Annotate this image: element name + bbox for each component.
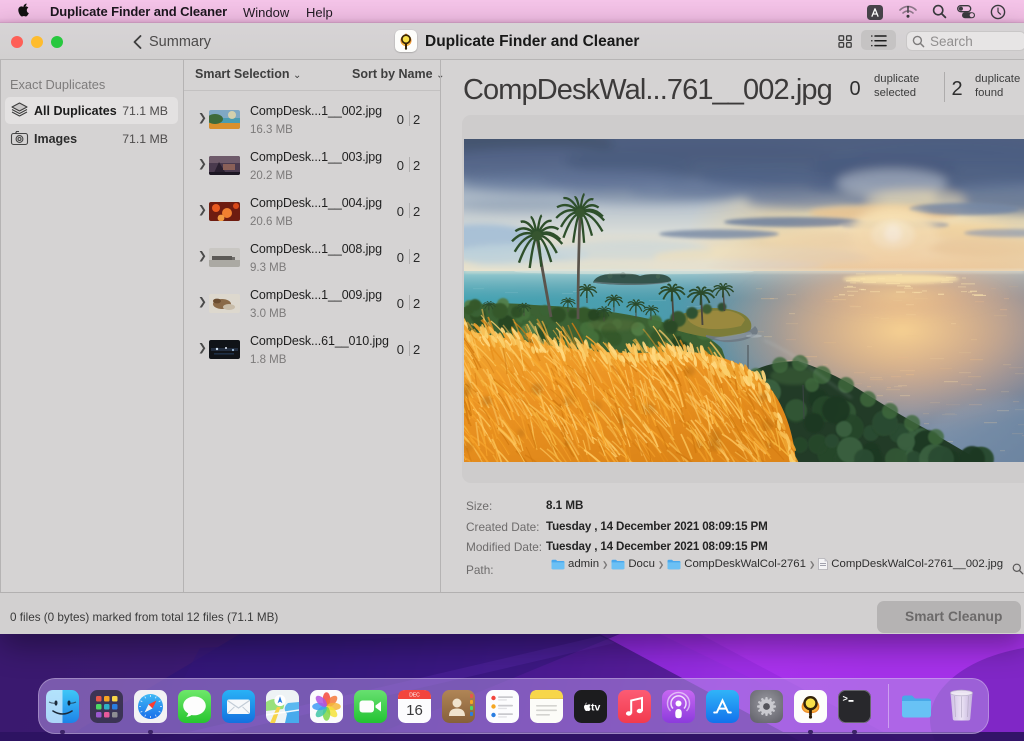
svg-text:>: > (842, 695, 847, 705)
svg-text:16: 16 (406, 702, 423, 719)
svg-text:tv: tv (591, 702, 600, 714)
svg-text:DEC: DEC (409, 693, 420, 699)
